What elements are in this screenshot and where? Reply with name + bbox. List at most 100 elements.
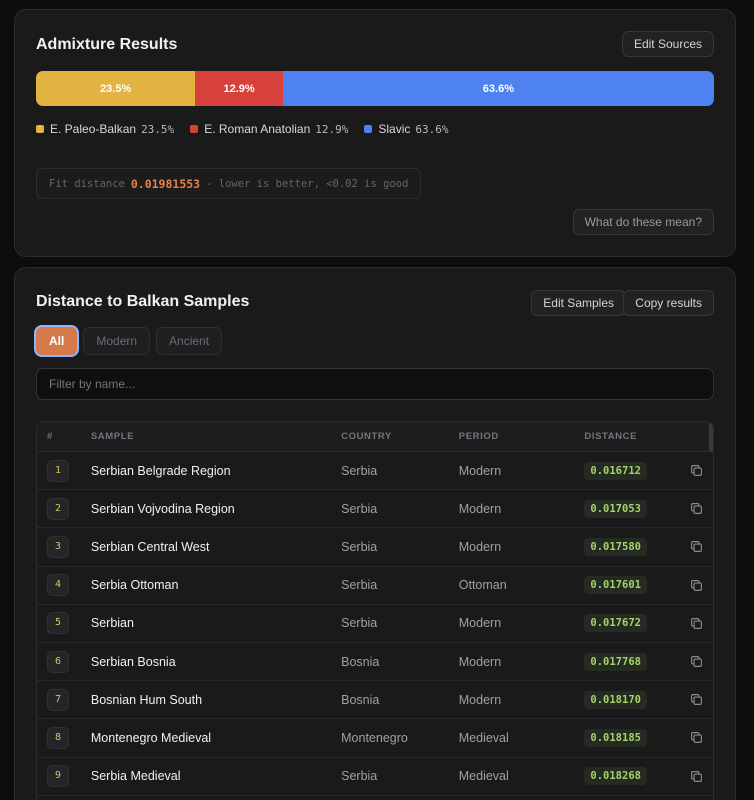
admixture-card: Admixture Results Edit Sources 23.5% 12.9… (14, 9, 736, 257)
sample-period: Ottoman (458, 578, 507, 593)
sample-period: Modern (458, 463, 502, 478)
rank-badge: 5 (47, 612, 69, 635)
copy-results-button[interactable]: Copy results (623, 290, 714, 316)
fit-distance-hint: - lower is better, <0.02 is good (206, 177, 409, 190)
copy-button[interactable] (679, 464, 713, 477)
rank-cell: 3 (37, 535, 91, 558)
rank-cell: 5 (37, 612, 91, 635)
sample-period: Modern (458, 539, 502, 554)
tab-modern[interactable]: Modern (83, 327, 151, 355)
column-header: PERIOD (458, 431, 499, 442)
table-scrollbar[interactable] (709, 422, 713, 452)
copy-button[interactable] (679, 693, 713, 706)
distance-cell: 0.017672 (584, 614, 679, 633)
distance-value: 0.018268 (584, 767, 647, 786)
legend-name: Slavic (378, 122, 411, 136)
table-row[interactable]: 3 Serbian Central West Serbia Modern 0.01758… (37, 528, 713, 567)
column-header: COUNTRY (341, 431, 392, 442)
sample-country: Montenegro (341, 730, 408, 745)
period-tabs: All Modern Ancient (36, 327, 223, 355)
sample-period: Modern (458, 616, 502, 631)
rank-badge: 6 (47, 650, 69, 673)
copy-icon (690, 694, 702, 706)
rank-cell: 4 (37, 574, 91, 597)
table-row[interactable]: 2 Serbian Vojvodina Region Serbia Modern 0.0… (37, 490, 713, 529)
admixture-bar: 23.5% 12.9% 63.6% (36, 71, 714, 106)
sample-name: Serbian Vojvodina Region (90, 501, 235, 516)
rank-badge: 3 (47, 535, 69, 558)
help-button[interactable]: What do these mean? (572, 209, 714, 235)
fit-distance-label: Fit distance (49, 177, 125, 190)
filter-input[interactable] (36, 368, 714, 400)
rank-badge: 1 (47, 459, 69, 482)
copy-button[interactable] (679, 770, 713, 783)
sample-name: Serbia Medieval (90, 769, 181, 784)
copy-icon (690, 770, 702, 782)
sample-country: Serbia (341, 539, 378, 554)
copy-button[interactable] (679, 617, 713, 630)
rank-badge: 2 (47, 497, 69, 520)
admixture-segment: 12.9% (195, 71, 283, 106)
distance-value: 0.017601 (584, 576, 647, 595)
legend-swatch (36, 125, 44, 133)
sample-period: Medieval (458, 769, 509, 784)
legend-item: E. Roman Anatolian 12.9% (190, 122, 348, 136)
distance-cell: 0.018170 (584, 690, 679, 709)
copy-icon (690, 617, 702, 629)
column-header: SAMPLE (90, 431, 135, 442)
rank-badge: 8 (47, 726, 69, 749)
copy-button[interactable] (679, 655, 713, 668)
sample-country: Serbia (341, 501, 378, 516)
table-row[interactable]: 1 Serbian Belgrade Region Serbia Modern 0.01… (37, 452, 713, 491)
sample-country: Serbia (341, 463, 378, 478)
legend-value: 12.9% (315, 122, 349, 136)
legend-swatch (190, 125, 199, 133)
sample-name: Serbian Bosnia (90, 654, 176, 669)
sample-period: Modern (458, 654, 502, 669)
sample-period: Modern (458, 501, 502, 516)
rank-badge: 7 (47, 688, 69, 711)
table-row[interactable]: 8 Montenegro Medieval Montenegro Medieval 0.… (37, 719, 713, 758)
table-row[interactable]: 9 Serbia Medieval Serbia Medieval 0.018268 (37, 758, 713, 796)
sample-name: Montenegro Medieval (90, 730, 212, 745)
copy-icon (690, 465, 702, 477)
table-row[interactable]: 6 Serbian Bosnia Bosnia Modern 0.017768 (37, 643, 713, 682)
copy-button[interactable] (679, 731, 713, 744)
legend-item: Slavic 63.6% (364, 122, 449, 136)
legend-value: 63.6% (415, 122, 449, 136)
distance-cell: 0.018268 (584, 767, 679, 786)
table-row[interactable]: 4 Serbia Ottoman Serbia Ottoman 0.017601 (37, 567, 713, 605)
column-header: DISTANCE (584, 431, 638, 442)
edit-sources-button[interactable]: Edit Sources (621, 31, 714, 57)
rank-cell: 9 (37, 765, 91, 788)
table-row[interactable]: 5 Serbian Serbia Modern 0.017672 (37, 605, 713, 643)
distance-cell: 0.017768 (584, 652, 679, 671)
copy-button[interactable] (679, 502, 713, 515)
sample-country: Serbia (341, 578, 378, 593)
table-row[interactable]: 7 Bosnian Hum South Bosnia Modern 0.018170 (37, 681, 713, 720)
distance-value: 0.017768 (584, 652, 647, 671)
admixture-segment: 63.6% (282, 71, 714, 106)
copy-icon (690, 579, 702, 591)
distance-value: 0.017053 (584, 499, 647, 518)
rank-badge: 9 (47, 765, 69, 788)
distance-value: 0.018170 (584, 690, 647, 709)
distance-cell: 0.018185 (584, 728, 679, 747)
distance-cell: 0.017601 (584, 576, 679, 595)
sample-period: Medieval (458, 730, 509, 745)
edit-samples-button[interactable]: Edit Samples (531, 290, 626, 316)
distance-cell: 0.017580 (584, 537, 679, 556)
copy-icon (690, 541, 702, 553)
rank-badge: 4 (47, 574, 69, 597)
distance-card: Distance to Balkan Samples Edit Samples … (14, 267, 736, 800)
copy-icon (690, 656, 702, 667)
tab-all[interactable]: All (36, 327, 78, 355)
copy-icon (690, 503, 702, 515)
copy-button[interactable] (679, 579, 713, 592)
sample-country: Bosnia (341, 692, 380, 707)
table-header: # SAMPLE COUNTRY PERIOD DISTANCE (37, 422, 713, 452)
legend-value: 23.5% (141, 122, 175, 136)
copy-button[interactable] (679, 540, 713, 553)
tab-ancient[interactable]: Ancient (156, 327, 223, 355)
distance-cell: 0.016712 (584, 461, 679, 480)
